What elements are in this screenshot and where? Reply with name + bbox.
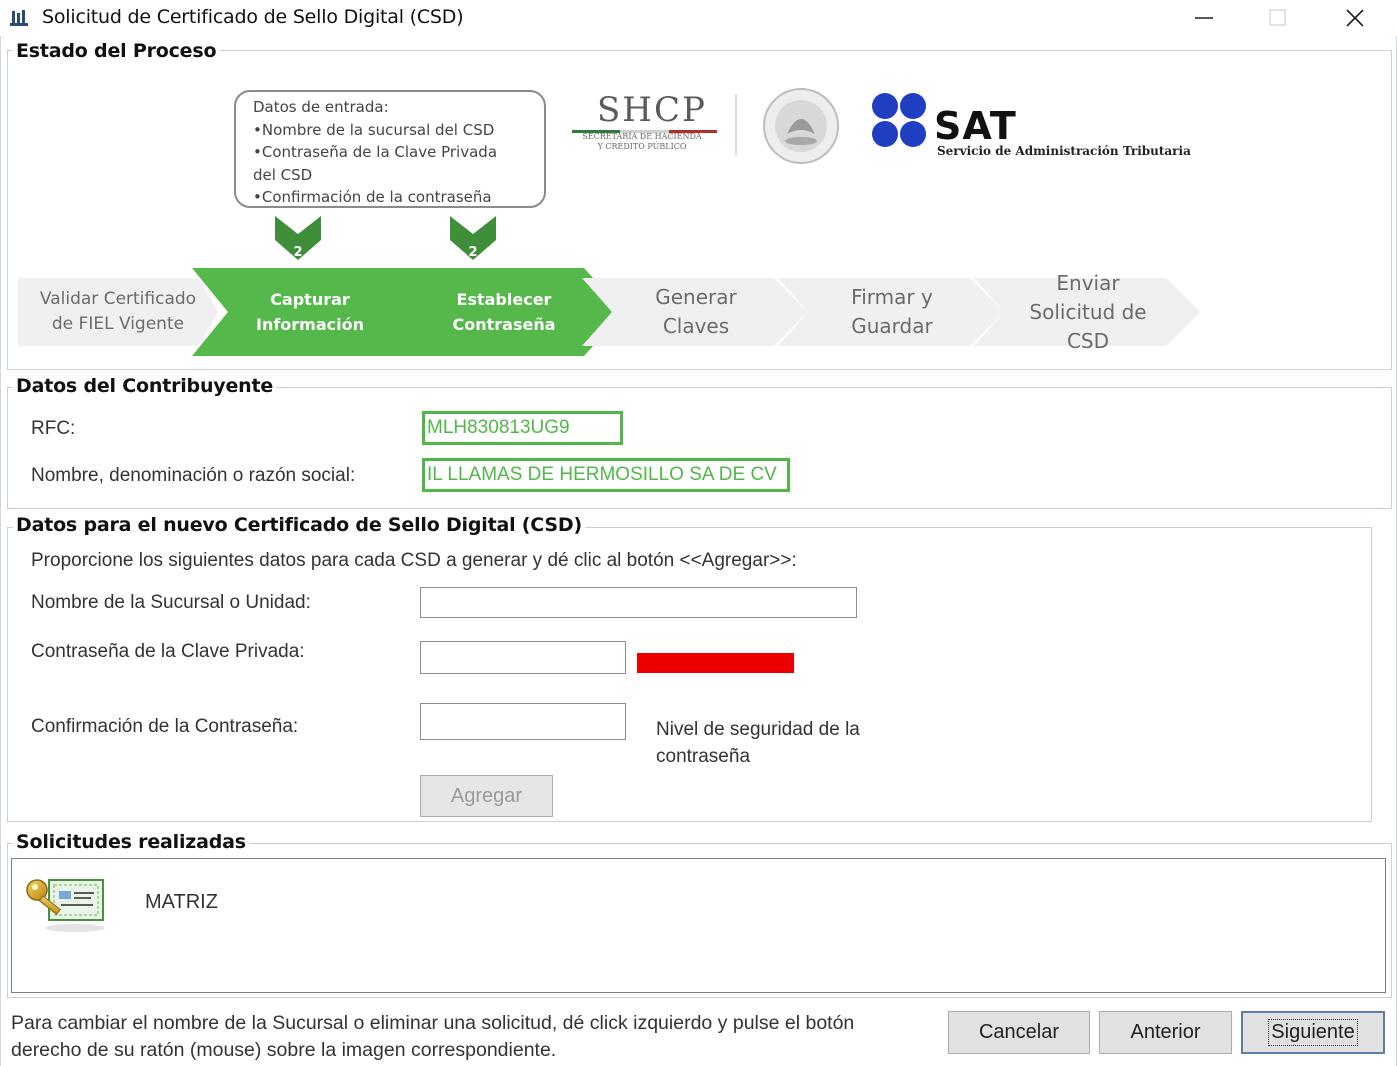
arrow-badge: 2 bbox=[293, 245, 302, 260]
sucursal-input[interactable] bbox=[420, 587, 857, 618]
logo-divider bbox=[735, 94, 737, 156]
password-input[interactable] bbox=[420, 641, 626, 674]
sucursal-label: Nombre de la Sucursal o Unidad: bbox=[31, 592, 311, 613]
footer-hint: Para cambiar el nombre de la Sucursal o … bbox=[11, 1010, 941, 1064]
step-label: Firmar y Guardar bbox=[851, 283, 933, 341]
security-level-label: Nivel de seguridad de la contraseña bbox=[656, 716, 860, 770]
step-label: Capturar Información bbox=[256, 287, 364, 337]
close-icon bbox=[1346, 9, 1364, 27]
security-level-line: Nivel de seguridad de la bbox=[656, 719, 860, 740]
callout-line: Datos de entrada: bbox=[253, 98, 389, 116]
sat-subtitle: Servicio de Administración Tributaria bbox=[937, 144, 1191, 158]
dialog-body: Estado del Proceso Datos de entrada: •No… bbox=[0, 36, 1397, 1066]
window-title: Solicitud de Certificado de Sello Digita… bbox=[42, 6, 464, 28]
minimize-button[interactable] bbox=[1169, 0, 1239, 36]
nuevo-csd-group-title: Datos para el nuevo Certificado de Sello… bbox=[13, 514, 585, 536]
mexican-coat-of-arms-icon bbox=[763, 88, 839, 164]
step-firmar: Firmar y Guardar bbox=[778, 268, 1006, 356]
step-label: Establecer Contraseña bbox=[452, 287, 555, 337]
solicitudes-list bbox=[11, 858, 1386, 993]
footer-hint-line: derecho de su ratón (mouse) sobre la ima… bbox=[11, 1039, 557, 1061]
solicitud-item-name[interactable]: MATRIZ bbox=[145, 891, 218, 914]
step-label-line: Claves bbox=[662, 314, 730, 338]
password-label: Contraseña de la Clave Privada: bbox=[31, 641, 305, 662]
step-label-line: Validar Certificado bbox=[39, 289, 197, 309]
shcp-logo: SHCP bbox=[597, 90, 707, 130]
step-label: Generar Claves bbox=[655, 283, 736, 341]
shcp-subtitle: SECRETARÍA DE HACIENDA Y CRÉDITO PÚBLICO bbox=[567, 132, 717, 152]
callout-line: •Confirmación de la contraseña bbox=[253, 188, 492, 206]
step-label-line: Solicitud de bbox=[1029, 299, 1147, 324]
step-enviar: Enviar Solicitud de CSD bbox=[974, 268, 1202, 356]
sat-logo: SAT bbox=[934, 104, 1017, 148]
step-label-line: Capturar bbox=[270, 290, 350, 309]
cancel-button[interactable]: Cancelar bbox=[948, 1011, 1090, 1054]
process-steps: Validar Certificado de FIEL Vigente Captu… bbox=[18, 268, 1208, 356]
step-label-line: Establecer bbox=[456, 290, 552, 309]
contribuyente-group-title: Datos del Contribuyente bbox=[13, 375, 277, 397]
confirm-label: Confirmación de la Contraseña: bbox=[31, 716, 299, 737]
sat-logo-icon bbox=[872, 93, 926, 147]
arrow-badge: 2 bbox=[468, 245, 477, 260]
callout-line: del CSD bbox=[253, 165, 313, 184]
previous-button[interactable]: Anterior bbox=[1099, 1011, 1232, 1054]
down-arrow-icon: 2 bbox=[275, 216, 321, 260]
proceso-group-title: Estado del Proceso bbox=[13, 40, 220, 62]
step-label-line: Enviar bbox=[1056, 270, 1120, 295]
step-label-line: de FIEL Vigente bbox=[51, 314, 185, 334]
nombre-field[interactable]: IL LLAMAS DE HERMOSILLO SA DE CV bbox=[422, 458, 790, 492]
shcp-subtitle-line: SECRETARÍA DE HACIENDA bbox=[582, 132, 702, 141]
maximize-icon bbox=[1269, 9, 1286, 26]
close-button[interactable] bbox=[1320, 0, 1390, 36]
password-strength-bar bbox=[637, 653, 794, 673]
input-data-callout: Datos de entrada: •Nombre de la sucursal… bbox=[234, 90, 546, 208]
certificate-key-icon[interactable] bbox=[23, 874, 111, 934]
step-label-line: Generar bbox=[655, 285, 737, 309]
step-label-line: CSD bbox=[1066, 328, 1110, 353]
shcp-subtitle-line: Y CRÉDITO PÚBLICO bbox=[597, 142, 687, 151]
solicitudes-group-title: Solicitudes realizadas bbox=[13, 831, 249, 853]
confirm-password-input[interactable] bbox=[420, 703, 626, 740]
step-validar: Validar Certificado de FIEL Vigente bbox=[18, 268, 218, 356]
next-button[interactable]: Siguiente bbox=[1241, 1011, 1385, 1054]
minimize-icon bbox=[1195, 17, 1213, 19]
footer-hint-line: Para cambiar el nombre de la Sucursal o … bbox=[11, 1012, 855, 1034]
maximize-button[interactable] bbox=[1243, 0, 1313, 36]
callout-line: •Nombre de la sucursal del CSD bbox=[253, 120, 495, 139]
step-label: Validar Certificado de FIEL Vigente bbox=[40, 287, 196, 337]
instructions-text: Proporcione los siguientes datos para ca… bbox=[31, 550, 797, 571]
rfc-label: RFC: bbox=[31, 418, 76, 439]
next-button-label: Siguiente bbox=[1268, 1019, 1358, 1046]
step-label-line: Contraseña bbox=[452, 315, 556, 334]
security-level-line: contraseña bbox=[656, 746, 751, 767]
app-icon bbox=[10, 10, 28, 26]
agregar-button[interactable]: Agregar bbox=[420, 775, 553, 817]
nombre-label: Nombre, denominación o razón social: bbox=[31, 465, 356, 486]
callout-line: •Contraseña de la Clave Privada bbox=[253, 143, 498, 161]
step-label-line: Información bbox=[255, 315, 364, 334]
title-bar[interactable]: Solicitud de Certificado de Sello Digita… bbox=[0, 0, 1397, 36]
government-logos: SHCP SECRETARÍA DE HACIENDA Y CRÉDITO PÚ… bbox=[567, 86, 1191, 176]
rfc-field[interactable]: MLH830813UG9 bbox=[422, 411, 623, 445]
step-label-line: Firmar y bbox=[851, 285, 933, 309]
down-arrow-icon: 2 bbox=[450, 216, 496, 260]
step-label-line: Guardar bbox=[851, 314, 933, 338]
step-label: Enviar Solicitud de CSD bbox=[1029, 269, 1146, 356]
step-generar: Generar Claves bbox=[582, 268, 810, 356]
